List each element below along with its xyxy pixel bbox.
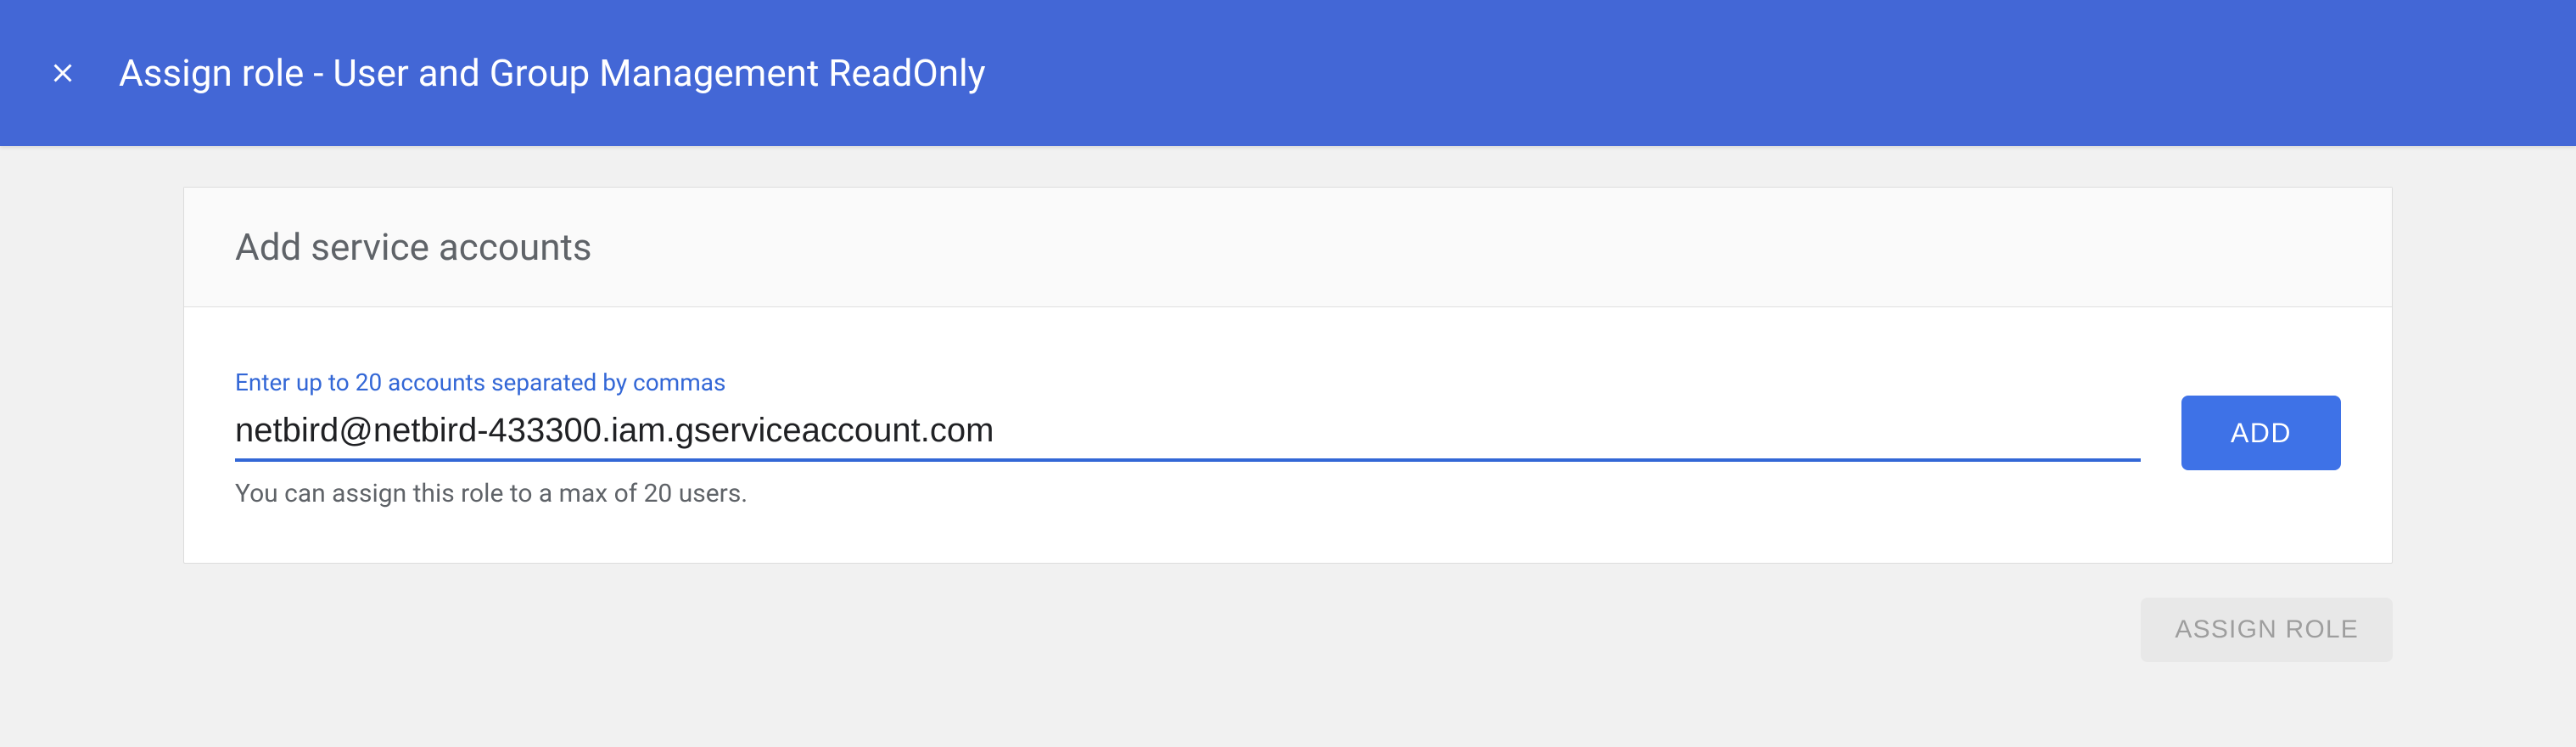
content-area: Add service accounts Enter up to 20 acco… — [0, 146, 2576, 564]
dialog-title: Assign role - User and Group Management … — [119, 51, 986, 95]
footer-actions: ASSIGN ROLE — [0, 564, 2576, 662]
accounts-input[interactable] — [235, 403, 2141, 462]
input-row: Enter up to 20 accounts separated by com… — [235, 368, 2341, 508]
dialog-header: Assign role - User and Group Management … — [0, 0, 2576, 146]
assign-role-button[interactable]: ASSIGN ROLE — [2141, 598, 2393, 662]
add-button[interactable]: ADD — [2181, 396, 2341, 470]
accounts-input-label: Enter up to 20 accounts separated by com… — [235, 368, 2141, 396]
close-icon[interactable] — [48, 58, 78, 88]
card-title: Add service accounts — [235, 225, 2341, 269]
card-body: Enter up to 20 accounts separated by com… — [184, 307, 2392, 563]
input-container: Enter up to 20 accounts separated by com… — [235, 368, 2141, 508]
add-service-accounts-card: Add service accounts Enter up to 20 acco… — [183, 187, 2393, 564]
card-header: Add service accounts — [184, 188, 2392, 307]
accounts-helper-text: You can assign this role to a max of 20 … — [235, 479, 2141, 508]
